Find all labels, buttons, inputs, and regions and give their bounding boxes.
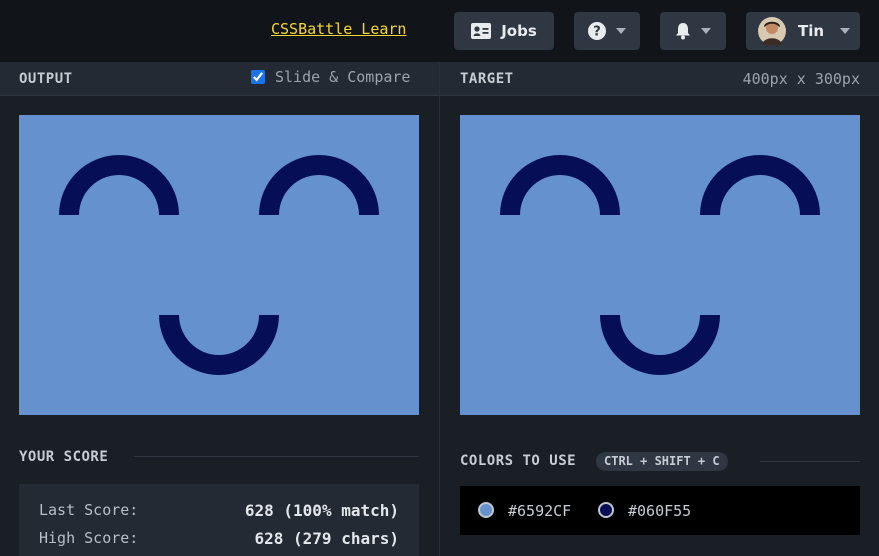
- user-menu-button[interactable]: Tin: [746, 12, 860, 50]
- question-icon: ?: [588, 22, 606, 40]
- mouth-arc: [600, 315, 720, 375]
- left-eye-arc: [500, 155, 620, 215]
- svg-text:?: ?: [593, 25, 601, 40]
- right-eye-arc: [259, 155, 379, 215]
- output-panel-header: OUTPUT Slide & Compare: [0, 62, 439, 96]
- color-swatch[interactable]: [478, 502, 494, 518]
- avatar: [758, 17, 786, 45]
- color-hex[interactable]: #060F55: [628, 502, 691, 520]
- help-menu-button[interactable]: ?: [574, 12, 640, 50]
- chevron-down-icon: [616, 28, 626, 34]
- left-eye-arc: [59, 155, 179, 215]
- target-title: TARGET: [460, 71, 514, 87]
- score-title: YOUR SCORE: [19, 449, 109, 465]
- colors-box: #6592CF #060F55: [460, 486, 860, 535]
- high-score-label: High Score:: [39, 529, 139, 547]
- jobs-label: Jobs: [501, 22, 537, 40]
- last-score-label: Last Score:: [39, 501, 139, 519]
- right-eye-arc: [700, 155, 820, 215]
- colors-title: COLORS TO USE: [460, 453, 577, 469]
- panel-divider: [439, 62, 440, 556]
- target-dimensions: 400px x 300px: [742, 70, 860, 88]
- score-divider: [134, 456, 419, 457]
- bell-icon: [676, 23, 690, 40]
- shortcut-badge: CTRL + SHIFT + C: [596, 452, 728, 471]
- cssbattle-learn-link[interactable]: CSSBattle Learn: [271, 20, 406, 38]
- mouth-arc: [159, 315, 279, 375]
- user-name: Tin: [798, 22, 825, 40]
- slide-compare-toggle[interactable]: Slide & Compare: [251, 68, 410, 86]
- score-box: Last Score: 628 (100% match) High Score:…: [19, 484, 419, 556]
- chevron-down-icon: [840, 28, 851, 34]
- target-panel-header: TARGET 400px x 300px: [440, 62, 879, 96]
- top-bar: CSSBattle Learn Jobs ? Tin: [0, 0, 879, 62]
- notifications-button[interactable]: [660, 12, 726, 50]
- color-hex[interactable]: #6592CF: [508, 502, 571, 520]
- output-canvas[interactable]: [19, 115, 419, 415]
- target-canvas: [460, 115, 860, 415]
- high-score-value: 628 (279 chars): [254, 529, 400, 548]
- id-card-icon: [471, 23, 492, 39]
- slide-compare-label: Slide & Compare: [275, 68, 411, 86]
- output-title: OUTPUT: [19, 71, 73, 87]
- color-swatch[interactable]: [598, 502, 614, 518]
- chevron-down-icon: [701, 28, 711, 34]
- jobs-button[interactable]: Jobs: [454, 12, 554, 50]
- last-score-value: 628 (100% match): [244, 501, 399, 520]
- colors-divider: [760, 461, 860, 462]
- slide-compare-checkbox[interactable]: [251, 70, 265, 84]
